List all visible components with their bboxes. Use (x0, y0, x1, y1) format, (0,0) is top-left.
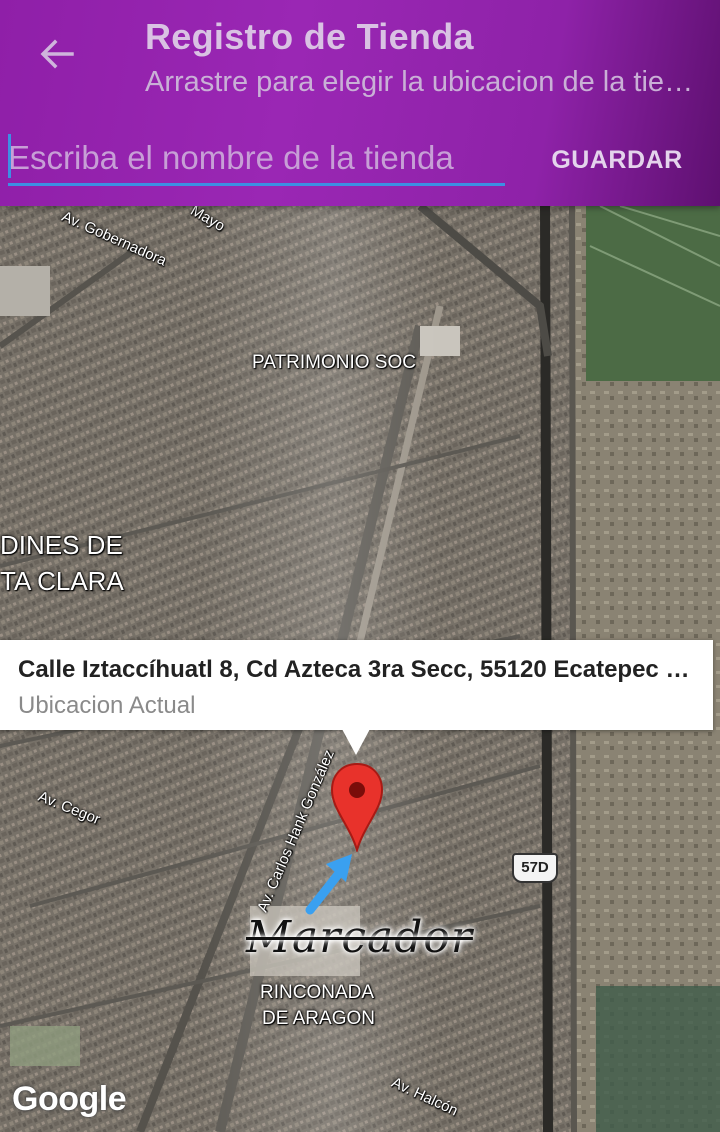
info-caption: Ubicacion Actual (18, 692, 196, 719)
map-label-rinconada-2: DE ARAGON (262, 1008, 375, 1029)
page-subtitle: Arrastre para elegir la ubicacion de la … (145, 66, 705, 98)
highway-shield: 57D (512, 853, 558, 883)
map-label-jardines-1: DINES DE (0, 530, 123, 560)
text-cursor (8, 134, 11, 178)
info-window-tail (342, 729, 370, 755)
google-logo: Google (12, 1080, 127, 1118)
map-pin-icon[interactable] (329, 762, 385, 852)
arrow-up-right-icon (305, 854, 352, 915)
save-button[interactable]: GUARDAR (540, 140, 694, 180)
page-title: Registro de Tienda (145, 16, 474, 57)
marker-annotation: Marcador (246, 912, 473, 963)
map-label-jardines-2: TA CLARA (0, 566, 124, 596)
back-button[interactable] (30, 32, 82, 76)
info-address: Calle Iztaccíhuatl 8, Cd Azteca 3ra Secc… (18, 656, 698, 683)
info-window[interactable]: Calle Iztaccíhuatl 8, Cd Azteca 3ra Secc… (0, 640, 713, 730)
map-label-patrimonio: PATRIMONIO SOC (252, 352, 416, 373)
map-label-rinconada-1: RINCONADA (260, 982, 375, 1003)
store-name-input[interactable] (8, 132, 505, 186)
arrow-back-icon (40, 39, 74, 69)
app-bar: Registro de Tienda Arrastre para elegir … (0, 0, 720, 206)
